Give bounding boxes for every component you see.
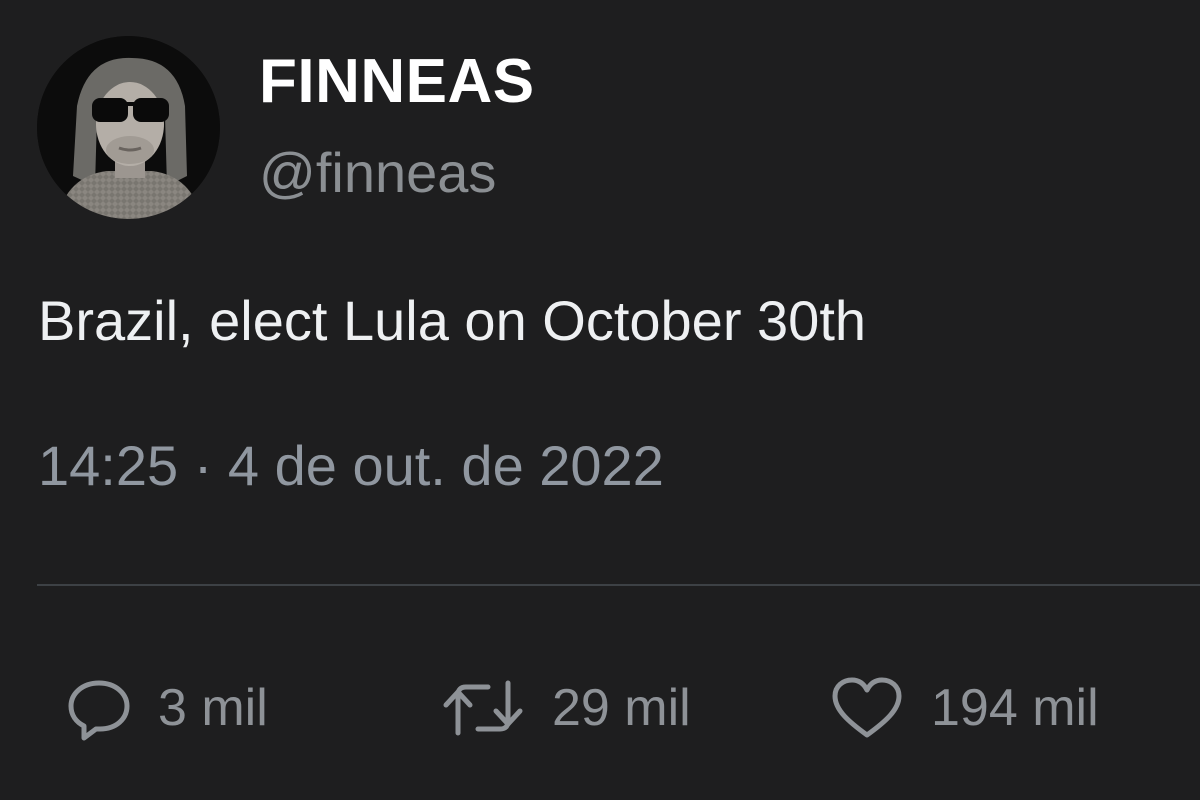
retweet-button[interactable]: 29 mil [440, 672, 691, 744]
display-name[interactable]: FINNEAS [259, 46, 535, 118]
divider [37, 584, 1200, 586]
user-handle[interactable]: @finneas [259, 138, 496, 208]
retweet-count: 29 mil [552, 679, 691, 737]
tweet-timestamp[interactable]: 14:25 · 4 de out. de 2022 [38, 430, 664, 502]
heart-icon [829, 675, 905, 741]
reply-icon [66, 675, 132, 741]
like-count: 194 mil [931, 679, 1099, 737]
like-button[interactable]: 194 mil [829, 672, 1099, 744]
reply-button[interactable]: 3 mil [66, 672, 268, 744]
reply-count: 3 mil [158, 679, 268, 737]
avatar[interactable] [37, 36, 220, 219]
retweet-icon [440, 675, 526, 741]
avatar-photo [37, 36, 220, 219]
tweet-text: Brazil, elect Lula on October 30th [38, 289, 867, 352]
tweet-card: FINNEAS @finneas Brazil, elect Lula on O… [0, 0, 1200, 800]
